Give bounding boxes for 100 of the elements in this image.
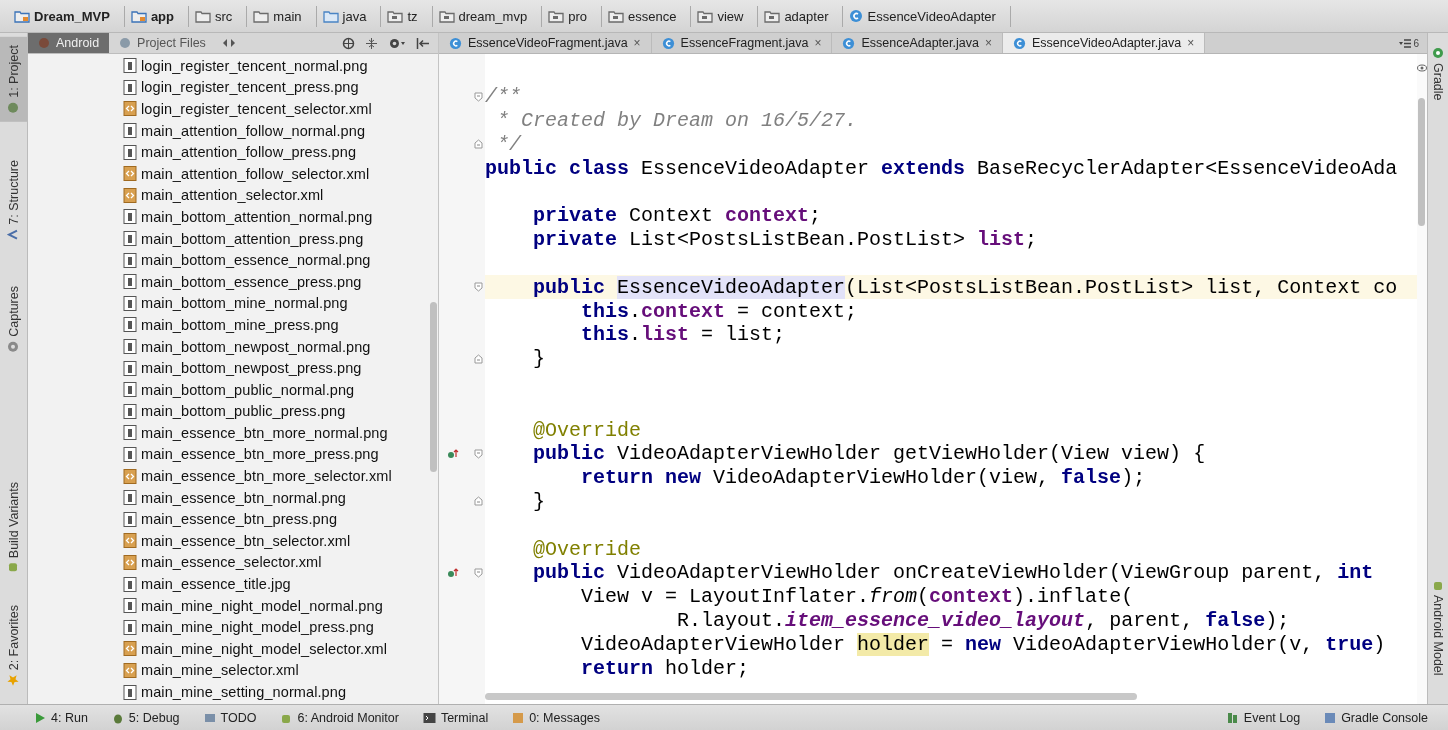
tab-list-icon[interactable] [1399, 38, 1412, 48]
file-name[interactable]: main_essence_btn_press.png [141, 511, 338, 528]
fold-icon[interactable] [474, 496, 483, 507]
breadcrumb-item[interactable]: tz [383, 5, 433, 27]
tool-window-button[interactable]: 2: Favorites [0, 596, 27, 694]
editor-tab[interactable]: EssenceFragment.java × [651, 33, 833, 53]
xml-file-icon [123, 187, 137, 203]
target-icon[interactable] [342, 36, 355, 50]
fold-icon[interactable] [474, 353, 483, 364]
switch-icon[interactable] [221, 38, 236, 48]
file-name[interactable]: main_attention_follow_normal.png [141, 122, 366, 139]
breadcrumb-item[interactable]: EssenceVideoAdapter [845, 5, 1011, 27]
fold-icon[interactable] [474, 448, 483, 459]
close-icon[interactable]: × [633, 36, 641, 50]
file-name[interactable]: main_essence_title.jpg [141, 576, 291, 593]
file-name[interactable]: main_mine_night_model_selector.xml [141, 640, 387, 657]
fold-icon[interactable] [474, 567, 483, 578]
tool-window-button[interactable]: Build Variants [0, 474, 27, 583]
structure-icon [7, 228, 20, 241]
tool-window-button[interactable]: Event Log [1226, 710, 1301, 725]
code-line: } [532, 489, 545, 513]
code-line: /** [485, 85, 521, 109]
scrollbar-thumb[interactable] [485, 693, 1137, 700]
image-file-icon [123, 58, 137, 74]
view-tab[interactable]: Project Files [109, 33, 216, 53]
image-file-icon [123, 511, 137, 527]
code-line: View v = LayoutInflater.from(context).inflate( [580, 585, 1134, 609]
file-name[interactable]: main_mine_setting_normal.png [141, 684, 347, 700]
tool-window-button[interactable]: Captures [0, 278, 27, 362]
image-file-icon [123, 576, 137, 592]
file-name[interactable]: main_mine_night_model_press.png [141, 619, 374, 636]
override-icon[interactable] [447, 566, 459, 579]
file-name[interactable]: main_essence_btn_more_press.png [141, 446, 379, 463]
editor-tab[interactable]: EssenceVideoAdapter.java × [1002, 33, 1206, 53]
file-name[interactable]: main_bottom_essence_press.png [141, 273, 362, 290]
class-icon [661, 36, 675, 50]
breadcrumb-item[interactable]: pro [544, 5, 602, 27]
breadcrumb-item[interactable]: dream_mvp [434, 5, 543, 27]
scrollbar-thumb[interactable] [430, 302, 437, 472]
file-name[interactable]: main_essence_btn_selector.xml [141, 532, 351, 549]
scrollbar-thumb[interactable] [1418, 98, 1425, 226]
breadcrumb-item[interactable]: src [191, 5, 248, 27]
file-name[interactable]: login_register_tencent_selector.xml [141, 101, 372, 117]
file-name[interactable]: main_bottom_public_press.png [141, 403, 346, 420]
tool-window-button[interactable]: 7: Structure [0, 151, 27, 249]
file-name[interactable]: main_bottom_attention_normal.png [141, 208, 373, 225]
file-name[interactable]: main_bottom_public_normal.png [141, 381, 355, 398]
fold-icon[interactable] [474, 139, 483, 150]
tool-window-button[interactable]: 4: Run [34, 710, 88, 725]
folder-icon [387, 9, 404, 23]
file-name[interactable]: main_bottom_attention_press.png [141, 230, 364, 247]
collapse-icon[interactable] [365, 36, 378, 50]
tool-window-button[interactable]: Gradle [1428, 39, 1448, 109]
editor-tab[interactable]: EssenceAdapter.java × [832, 33, 1003, 53]
tool-window-button[interactable]: Terminal [422, 710, 489, 725]
file-name[interactable]: main_mine_selector.xml [141, 662, 299, 679]
settings-icon[interactable] [388, 36, 406, 50]
tool-window-button[interactable]: 5: Debug [111, 710, 180, 725]
image-file-icon [123, 209, 137, 225]
editor-tab[interactable]: EssenceVideoFragment.java × [439, 33, 652, 53]
file-name[interactable]: main_essence_btn_more_selector.xml [141, 468, 392, 485]
tool-window-button[interactable]: 6: Android Monitor [280, 710, 399, 725]
hide-icon[interactable] [416, 36, 430, 50]
image-file-icon [123, 339, 137, 354]
file-name[interactable]: main_attention_selector.xml [141, 187, 324, 204]
close-icon[interactable]: × [984, 36, 992, 50]
tool-window-button[interactable]: Android Model [1428, 571, 1448, 684]
file-name[interactable]: login_register_tencent_normal.png [141, 57, 368, 74]
file-name[interactable]: main_essence_btn_normal.png [141, 489, 347, 506]
breadcrumb-item[interactable]: essence [603, 5, 692, 27]
tool-window-button[interactable]: 1: Project [0, 37, 27, 122]
breadcrumb-item[interactable]: adapter [760, 5, 844, 27]
file-name[interactable]: login_register_tencent_press.png [141, 79, 359, 96]
eye-icon[interactable] [1417, 64, 1427, 72]
override-icon[interactable] [447, 447, 459, 460]
breadcrumb-item[interactable]: Dream_MVP [10, 5, 125, 27]
tool-window-button[interactable]: Gradle Console [1324, 710, 1428, 725]
view-tab[interactable]: Android [28, 33, 110, 53]
file-name[interactable]: main_attention_follow_press.png [141, 144, 357, 161]
fold-icon[interactable] [474, 91, 483, 102]
breadcrumb-item[interactable]: view [693, 5, 759, 27]
file-name[interactable]: main_mine_night_model_normal.png [141, 597, 383, 614]
fold-icon[interactable] [474, 282, 483, 293]
breadcrumb-item[interactable]: main [249, 5, 317, 27]
close-icon[interactable]: × [814, 36, 822, 50]
file-name[interactable]: main_attention_follow_selector.xml [141, 165, 370, 182]
file-name[interactable]: main_bottom_newpost_normal.png [141, 338, 371, 355]
file-name[interactable]: main_essence_btn_more_normal.png [141, 424, 388, 441]
image-file-icon [123, 123, 137, 139]
file-name[interactable]: main_bottom_mine_press.png [141, 316, 339, 333]
file-name[interactable]: main_bottom_newpost_press.png [141, 360, 362, 377]
file-name[interactable]: main_essence_selector.xml [141, 554, 322, 571]
close-icon[interactable]: × [1187, 36, 1195, 50]
folder-icon [14, 9, 30, 23]
tool-window-button[interactable]: 0: Messages [512, 710, 601, 725]
breadcrumb-item[interactable]: java [318, 5, 382, 27]
tool-window-button[interactable]: TODO [203, 710, 257, 725]
file-name[interactable]: main_bottom_mine_normal.png [141, 295, 348, 312]
breadcrumb-item[interactable]: app [126, 5, 189, 27]
file-name[interactable]: main_bottom_essence_normal.png [141, 252, 371, 269]
